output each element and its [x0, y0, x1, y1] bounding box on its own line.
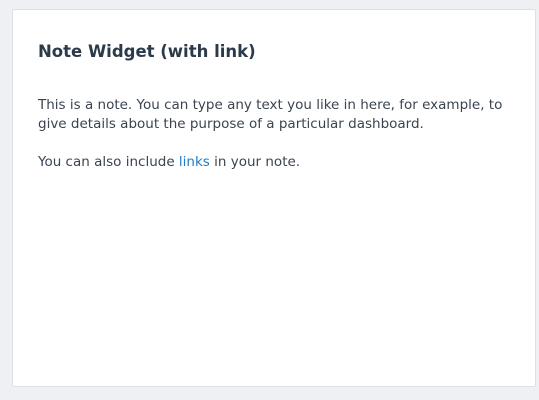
note-paragraph-2-tail: in your note.: [209, 154, 301, 170]
links-link[interactable]: links: [179, 154, 210, 170]
note-widget: Note Widget (with link) This is a note. …: [12, 9, 536, 387]
note-paragraph-2-lead: You can also include: [38, 154, 179, 170]
note-paragraph-1: This is a note. You can type any text yo…: [38, 97, 503, 132]
widget-title: Note Widget (with link): [38, 42, 256, 61]
note-body: This is a note. You can type any text yo…: [38, 96, 508, 172]
note-paragraph-2: You can also include links in your note.: [38, 153, 508, 172]
